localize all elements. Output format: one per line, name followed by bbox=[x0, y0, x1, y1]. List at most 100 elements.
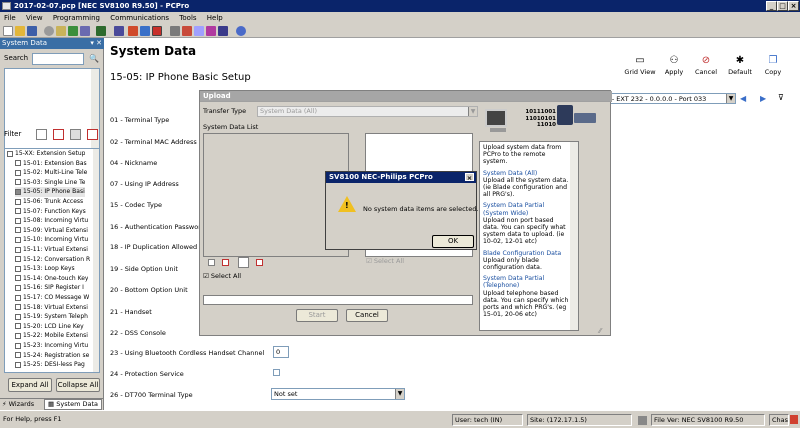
minimize-button[interactable]: _ bbox=[766, 1, 777, 11]
maximize-button[interactable]: □ bbox=[777, 1, 788, 11]
filter-system-icon[interactable] bbox=[87, 129, 98, 140]
tree-checkbox[interactable] bbox=[15, 227, 21, 234]
filter-icon[interactable] bbox=[114, 26, 124, 36]
cancel-action-button[interactable]: ⊘ Cancel bbox=[688, 56, 724, 77]
tree-scrollbar[interactable] bbox=[93, 149, 99, 372]
close-button[interactable]: × bbox=[788, 1, 799, 11]
tree-item[interactable]: 15-22: Mobile Extensi bbox=[15, 331, 88, 341]
tree-item[interactable]: 15-13: Loop Keys bbox=[15, 264, 75, 274]
tree-item[interactable]: 15-03: Single Line Te bbox=[15, 178, 85, 188]
tree-item[interactable]: 15-25: DESI-less Pag bbox=[15, 360, 85, 370]
filter-system-icon[interactable] bbox=[256, 259, 263, 266]
menu-communications[interactable]: Communications bbox=[106, 12, 173, 24]
search-icon[interactable]: 🔍 bbox=[88, 53, 100, 65]
tree-checkbox[interactable] bbox=[15, 332, 21, 339]
tree-item[interactable]: 15-09: Virtual Extensi bbox=[15, 226, 88, 236]
upload-icon[interactable] bbox=[152, 26, 162, 36]
copy-button[interactable]: ❐ Copy bbox=[755, 56, 791, 77]
transfer-type-select[interactable]: System Data (All) ▼ bbox=[257, 106, 478, 117]
grid-view-button[interactable]: ▭ Grid View bbox=[622, 56, 658, 77]
upload-cancel-button[interactable]: Cancel bbox=[346, 309, 388, 322]
tree-item[interactable]: 15-01: Extension Bas bbox=[15, 159, 87, 169]
select-all-right-checkbox[interactable]: ☑ Select All bbox=[366, 257, 404, 265]
port-select[interactable]: • - EXT 232 - 0.0.0.0 - Port 033 ▼ bbox=[603, 93, 736, 104]
tree-item[interactable]: 15-14: One-touch Key bbox=[15, 274, 88, 284]
tab-system-data[interactable]: ▦ System Data bbox=[44, 399, 103, 410]
bluetooth-channel-input[interactable]: 0 bbox=[273, 346, 289, 358]
tree-checkbox[interactable] bbox=[15, 323, 21, 330]
tree-item[interactable]: 15-20: LCD Line Key bbox=[15, 322, 84, 332]
tree-item[interactable]: 15-07: Function Keys bbox=[15, 207, 86, 217]
tree-checkbox[interactable] bbox=[15, 256, 21, 263]
refresh-icon[interactable] bbox=[68, 26, 78, 36]
tree-checkbox[interactable] bbox=[15, 361, 21, 368]
start-button[interactable]: Start bbox=[296, 309, 338, 322]
tree-checkbox[interactable] bbox=[15, 236, 21, 243]
disconnect-icon[interactable] bbox=[170, 26, 180, 36]
dt700-type-select[interactable]: Not set ▼ bbox=[271, 388, 405, 400]
tree-checkbox[interactable] bbox=[15, 246, 21, 253]
message-box-close-icon[interactable]: × bbox=[465, 173, 474, 182]
tree-checkbox[interactable] bbox=[15, 169, 21, 176]
tree-item[interactable]: 15-24: Registration se bbox=[15, 351, 89, 361]
filter-port-icon[interactable] bbox=[70, 129, 81, 140]
tree-checkbox[interactable] bbox=[15, 160, 21, 167]
tree-item[interactable]: 15-12: Conversation R bbox=[15, 255, 90, 265]
tree-item[interactable]: 15-06: Trunk Access bbox=[15, 197, 83, 207]
compare-icon[interactable] bbox=[80, 26, 90, 36]
tree-checkbox[interactable] bbox=[15, 198, 21, 205]
filter-all-icon[interactable] bbox=[36, 129, 47, 140]
connect-icon[interactable] bbox=[128, 26, 138, 36]
select-all-checkbox[interactable]: ☑ Select All bbox=[203, 272, 241, 280]
save-icon[interactable] bbox=[27, 26, 37, 36]
previous-port-icon[interactable]: ◀ bbox=[740, 94, 746, 103]
tab-wizards[interactable]: ⚡ Wizards bbox=[2, 400, 34, 408]
tree-item[interactable]: 15-23: Incoming Virtu bbox=[15, 341, 88, 351]
settings-icon[interactable] bbox=[44, 26, 54, 36]
tree-checkbox[interactable] bbox=[15, 342, 21, 349]
tree-checkbox[interactable] bbox=[15, 304, 21, 311]
filter-all-icon[interactable] bbox=[208, 259, 215, 266]
search-input[interactable] bbox=[32, 53, 84, 65]
menu-programming[interactable]: Programming bbox=[49, 12, 104, 24]
tree-item[interactable]: 15-10: Incoming Virtu bbox=[15, 235, 88, 245]
protection-service-checkbox[interactable] bbox=[273, 369, 280, 376]
tree-checkbox[interactable] bbox=[15, 284, 21, 291]
default-button[interactable]: ✱ Default bbox=[722, 56, 758, 77]
menu-file[interactable]: File bbox=[0, 12, 20, 24]
tree-checkbox[interactable] bbox=[15, 208, 21, 215]
tree-item[interactable]: 15-02: Multi-Line Tele bbox=[15, 168, 87, 178]
next-port-icon[interactable]: ▶ bbox=[760, 94, 766, 103]
menu-help[interactable]: Help bbox=[203, 12, 227, 24]
collapse-icon[interactable] bbox=[7, 150, 13, 157]
download-icon[interactable] bbox=[140, 26, 150, 36]
tree-checkbox[interactable] bbox=[15, 313, 21, 320]
search-results-list[interactable] bbox=[4, 68, 100, 156]
filter-changed-icon[interactable] bbox=[222, 259, 229, 266]
tree-item[interactable]: 15-08: Incoming Virtu bbox=[15, 216, 88, 226]
open-folder-icon[interactable] bbox=[15, 26, 25, 36]
report-icon[interactable] bbox=[206, 26, 216, 36]
menu-tools[interactable]: Tools bbox=[175, 12, 200, 24]
tree-item[interactable]: 15-11: Virtual Extensi bbox=[15, 245, 88, 255]
collapse-all-button[interactable]: Collapse All bbox=[56, 378, 100, 392]
tree-checkbox[interactable] bbox=[15, 265, 21, 272]
stop-icon[interactable] bbox=[182, 26, 192, 36]
expand-all-button[interactable]: Expand All bbox=[8, 378, 52, 392]
filter-port-icon[interactable] bbox=[238, 257, 249, 268]
tree-item[interactable]: 15-17: CO Message W bbox=[15, 293, 89, 303]
ok-button[interactable]: OK bbox=[432, 235, 474, 248]
filter-port-icon[interactable]: ⊽ bbox=[778, 93, 784, 102]
port-icon[interactable] bbox=[218, 26, 228, 36]
tree-item[interactable]: 15-19: System Teleph bbox=[15, 312, 88, 322]
tree-item[interactable]: 15-16: SIP Register I bbox=[15, 283, 84, 293]
tree-checkbox[interactable] bbox=[15, 352, 21, 359]
new-file-icon[interactable] bbox=[3, 26, 13, 36]
help-icon[interactable] bbox=[236, 26, 246, 36]
apply-button[interactable]: ⚇ Apply bbox=[656, 56, 692, 77]
tree-checkbox[interactable] bbox=[15, 188, 21, 195]
menu-view[interactable]: View bbox=[22, 12, 47, 24]
resize-grip-icon[interactable]: ⁄⁄ bbox=[599, 327, 601, 335]
panel-close-icon[interactable]: ▾ ✕ bbox=[90, 38, 102, 49]
tree-checkbox[interactable] bbox=[15, 294, 21, 301]
